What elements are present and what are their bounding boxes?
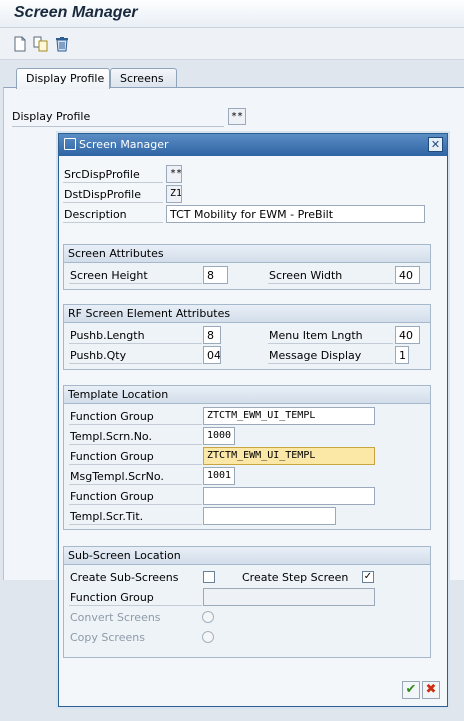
create-step-screen-label: Create Step Screen (242, 571, 349, 584)
src-disp-profile-field[interactable]: ** (166, 165, 182, 183)
divider (69, 464, 202, 465)
dialog-window-icon (64, 138, 76, 150)
cancel-button[interactable]: ✖ (422, 681, 440, 699)
screen-attributes-group: Screen Attributes Screen Height 8 Screen… (63, 244, 431, 290)
divider (69, 363, 202, 364)
screen-width-field[interactable]: 40 (395, 266, 420, 284)
description-label: Description (64, 208, 127, 221)
pushb-qty-label: Pushb.Qty (70, 349, 127, 362)
sub-function-group-field[interactable] (203, 588, 375, 606)
description-field[interactable]: TCT Mobility for EWM - PreBilt (166, 205, 425, 223)
msg-templ-scrno-field[interactable]: 1001 (203, 467, 235, 485)
divider (268, 283, 393, 284)
templ-scrn-no-label: Templ.Scrn.No. (70, 430, 152, 443)
pushb-qty-field[interactable]: 04 (203, 346, 221, 364)
pushb-length-label: Pushb.Length (70, 329, 145, 342)
menu-item-length-label: Menu Item Lngth (269, 329, 363, 342)
close-icon[interactable]: ✕ (428, 137, 443, 152)
screen-manager-dialog: Screen Manager ✕ SrcDispProfile ** DstDi… (58, 133, 448, 707)
pushb-length-field[interactable]: 8 (203, 326, 221, 344)
sub-function-group-label: Function Group (70, 591, 154, 604)
create-sub-screens-label: Create Sub-Screens (70, 571, 179, 584)
ok-button[interactable]: ✔ (402, 681, 420, 699)
group-title: Screen Attributes (64, 245, 430, 263)
dst-disp-profile-label: DstDispProfile (64, 188, 141, 201)
app-title: Screen Manager (0, 0, 464, 28)
display-profile-field[interactable]: ** (228, 108, 246, 125)
screen-width-label: Screen Width (269, 269, 343, 282)
tab-display-profile[interactable]: Display Profile (16, 68, 110, 89)
create-sub-screens-checkbox[interactable] (203, 571, 215, 583)
function-group-3-label: Function Group (70, 490, 154, 503)
dst-disp-profile-field[interactable]: Z1 (166, 185, 182, 203)
sub-screen-location-group: Sub-Screen Location Create Sub-Screens C… (63, 546, 431, 658)
function-group-3-field[interactable] (203, 487, 375, 505)
screen-height-label: Screen Height (70, 269, 148, 282)
function-group-2-field[interactable]: ZTCTM_EWM_UI_TEMPL (203, 447, 375, 465)
divider (69, 484, 202, 485)
dialog-title-bar: Screen Manager (59, 134, 447, 156)
screen-height-field[interactable]: 8 (203, 266, 228, 284)
copy-icon[interactable] (33, 36, 49, 52)
display-profile-label: Display Profile (12, 110, 224, 127)
divider (69, 343, 202, 344)
divider (63, 182, 163, 183)
new-icon[interactable] (12, 36, 28, 52)
create-step-screen-checkbox[interactable]: ✓ (362, 571, 374, 583)
dialog-title: Screen Manager (79, 138, 169, 151)
copy-screens-radio[interactable] (202, 631, 214, 643)
src-disp-profile-label: SrcDispProfile (64, 168, 140, 181)
group-title: RF Screen Element Attributes (64, 305, 430, 323)
rf-screen-element-attributes-group: RF Screen Element Attributes Pushb.Lengt… (63, 304, 431, 370)
group-title: Sub-Screen Location (64, 547, 430, 565)
tab-screens[interactable]: Screens (110, 68, 177, 88)
divider (69, 605, 202, 606)
divider (69, 444, 202, 445)
function-group-label: Function Group (70, 410, 154, 423)
group-title: Template Location (64, 386, 430, 404)
templ-scrn-no-field[interactable]: 1000 (203, 427, 235, 445)
message-display-label: Message Display (269, 349, 362, 362)
divider (69, 524, 202, 525)
function-group-field[interactable]: ZTCTM_EWM_UI_TEMPL (203, 407, 375, 425)
divider (63, 222, 163, 223)
menu-item-length-field[interactable]: 40 (395, 326, 420, 344)
convert-screens-label: Convert Screens (70, 611, 161, 624)
message-display-field[interactable]: 1 (395, 346, 409, 364)
divider (69, 424, 202, 425)
templ-scr-tit-label: Templ.Scr.Tit. (70, 510, 144, 523)
convert-screens-radio[interactable] (202, 611, 214, 623)
msg-templ-scrno-label: MsgTempl.ScrNo. (70, 470, 164, 483)
template-location-group: Template Location Function Group ZTCTM_E… (63, 385, 431, 530)
divider (268, 343, 393, 344)
divider (69, 283, 202, 284)
divider (69, 504, 202, 505)
templ-scr-tit-field[interactable] (203, 507, 336, 525)
function-group-2-label: Function Group (70, 450, 154, 463)
divider (63, 202, 163, 203)
toolbar (0, 28, 464, 60)
copy-screens-label: Copy Screens (70, 631, 145, 644)
delete-icon[interactable] (54, 36, 70, 52)
divider (268, 363, 393, 364)
